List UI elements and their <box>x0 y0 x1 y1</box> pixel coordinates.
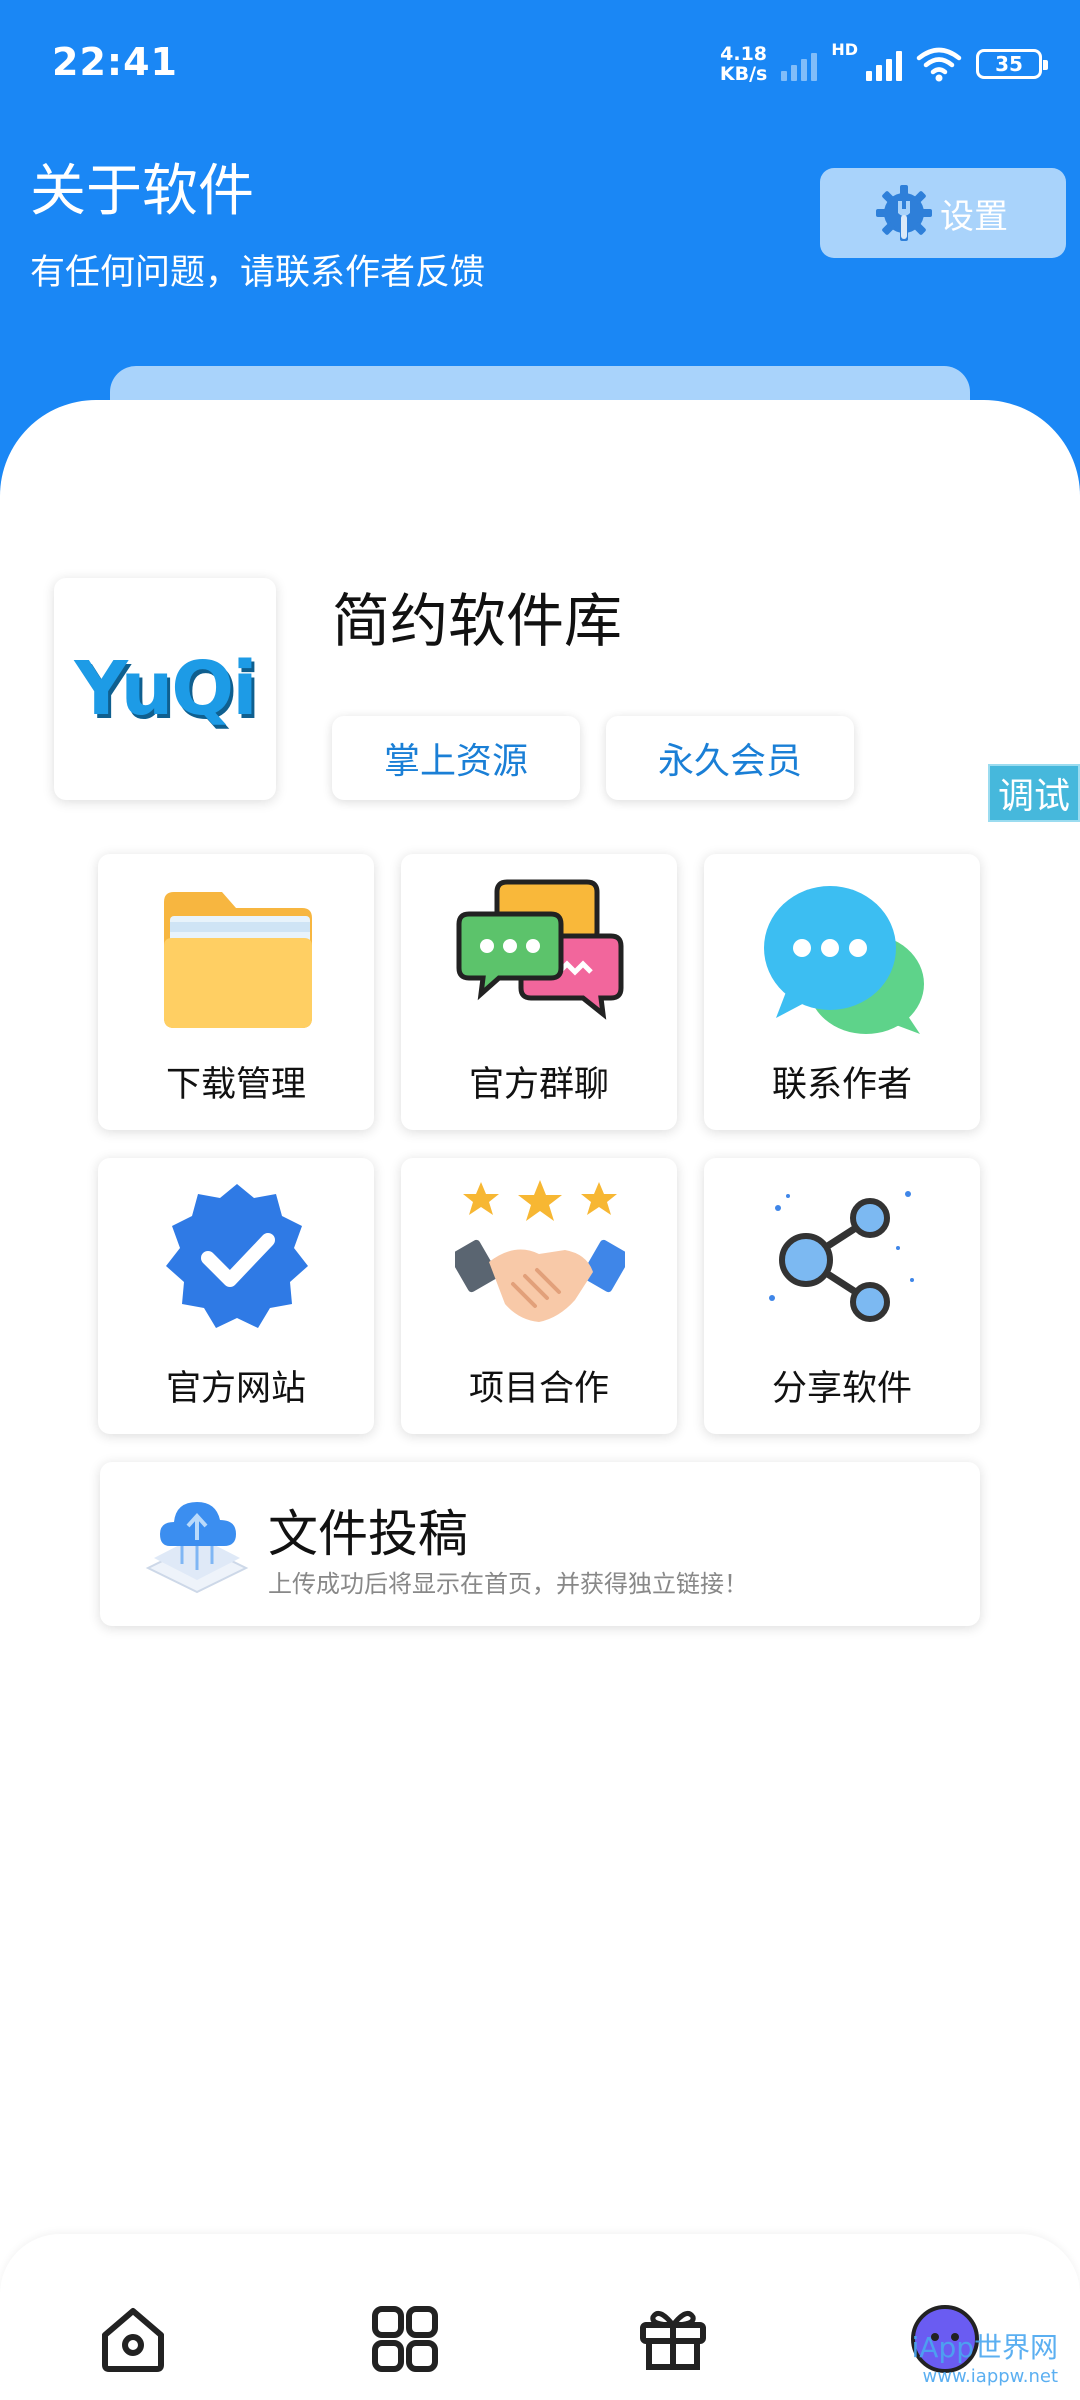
page-subtitle: 有任何问题，请联系作者反馈 <box>30 253 486 293</box>
submit-title: 文件投稿 <box>268 1505 468 1563</box>
cloud-upload-icon <box>145 1502 249 1594</box>
watermark: iApp世界网 www.iappw.net <box>912 2326 1058 2387</box>
grid-label-contact-author: 联系作者 <box>771 1065 912 1105</box>
nav-category[interactable] <box>360 2294 450 2384</box>
network-speed-unit: KB/s <box>719 63 768 85</box>
share-icon <box>769 1191 914 1322</box>
status-icons: 4.18 KB/s HD 35 <box>720 40 1048 88</box>
wifi-icon <box>916 47 962 82</box>
about-screen: 22:41 4.18 KB/s HD 35 关于软件 有任何问题，请联系作者反馈… <box>0 0 1080 2400</box>
nav-home[interactable] <box>88 2294 178 2384</box>
folder-icon <box>164 892 312 1028</box>
hd-badge: HD <box>831 40 858 59</box>
settings-label: 设置 <box>940 196 1008 237</box>
grid-label-share-app: 分享软件 <box>771 1369 912 1409</box>
network-speed: 4.18 KB/s <box>720 44 767 84</box>
home-icon <box>102 2308 164 2372</box>
submit-description: 上传成功后将显示在首页，并获得独立链接！ <box>268 1570 748 1598</box>
grid-item-project-cooperation[interactable]: 项目合作 <box>401 1158 677 1434</box>
handshake-icon <box>455 1180 625 1322</box>
grid-icon <box>372 2306 438 2372</box>
message-bubble-icon <box>764 886 924 1034</box>
grid-item-official-website[interactable]: 官方网站 <box>98 1158 374 1434</box>
status-bar: 22:41 4.18 KB/s HD 35 <box>0 0 1080 120</box>
grid-item-official-group[interactable]: 官方群聊 <box>401 854 677 1130</box>
status-time: 22:41 <box>52 40 178 84</box>
grid-label-official-group: 官方群聊 <box>468 1065 609 1105</box>
signal-sim2-icon <box>866 47 902 81</box>
battery-indicator: 35 <box>976 49 1048 79</box>
tag-button-membership[interactable]: 永久会员 <box>606 716 854 800</box>
grid-item-download-manager[interactable]: 下载管理 <box>98 854 374 1130</box>
grid-item-contact-author[interactable]: 联系作者 <box>704 854 980 1130</box>
wrench-gear-icon <box>876 185 932 241</box>
signal-sim1-icon <box>781 47 818 81</box>
tag-button-resources[interactable]: 掌上资源 <box>332 716 580 800</box>
grid-label-download-manager: 下载管理 <box>165 1065 306 1105</box>
settings-button[interactable]: 设置 <box>820 168 1066 258</box>
nav-gift[interactable] <box>628 2294 718 2384</box>
network-speed-value: 4.18 <box>720 43 768 65</box>
watermark-line2: www.iappw.net <box>922 2366 1058 2387</box>
app-name: 简约软件库 <box>332 587 623 655</box>
grid-item-share-app[interactable]: 分享软件 <box>704 1158 980 1434</box>
app-logo: YuQi <box>54 578 276 800</box>
app-logo-text: YuQi <box>74 646 257 732</box>
grid-label-official-website: 官方网站 <box>165 1369 306 1409</box>
chat-group-icon <box>456 879 624 1020</box>
file-submission-card[interactable]: 文件投稿 上传成功后将显示在首页，并获得独立链接！ <box>100 1462 980 1626</box>
debug-tab[interactable]: 调试 <box>988 764 1080 822</box>
verified-badge-icon <box>166 1184 308 1328</box>
gift-icon <box>640 2310 706 2370</box>
watermark-line1: iApp世界网 <box>911 2331 1058 2364</box>
grid-label-project-cooperation: 项目合作 <box>468 1369 609 1409</box>
page-title: 关于软件 <box>30 159 254 224</box>
